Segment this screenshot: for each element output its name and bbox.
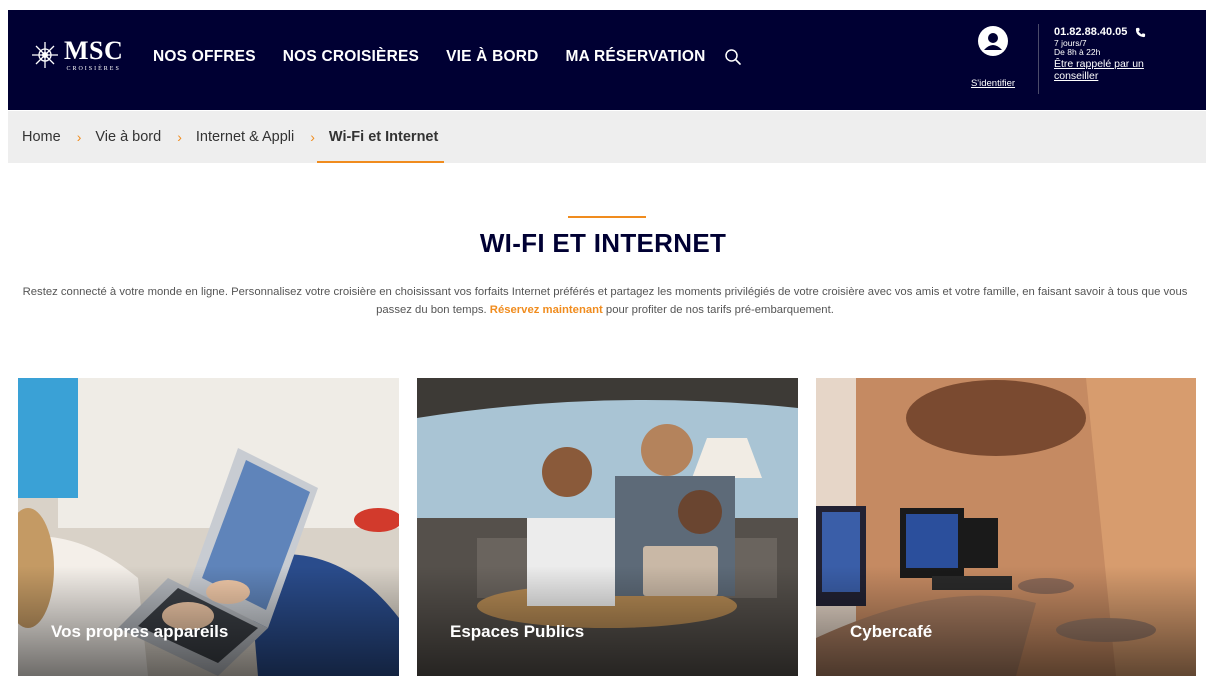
- title-accent-line: [568, 216, 646, 218]
- contact-block: 01.82.88.40.05 7 jours/7 De 8h à 22h Êtr…: [1054, 26, 1182, 82]
- breadcrumb-current: Wi-Fi et Internet: [316, 129, 445, 163]
- msc-logo[interactable]: MSC CROISIÈRES: [30, 38, 123, 72]
- page-title: WI-FI ET INTERNET: [479, 228, 727, 258]
- logo-wordmark: MSC: [64, 36, 124, 65]
- card-label: Espaces Publics: [450, 622, 585, 641]
- card-cybercafe[interactable]: Cybercafé: [816, 378, 1196, 676]
- card-public-spaces[interactable]: Espaces Publics: [417, 378, 798, 676]
- intro-text: Restez connecté à votre monde en ligne. …: [20, 284, 1190, 319]
- search-icon[interactable]: [724, 48, 742, 66]
- breadcrumb: Home › Vie à bord › Internet & Appli › W…: [22, 129, 445, 163]
- card-own-devices[interactable]: Vos propres appareils: [18, 378, 399, 676]
- nav-vie-a-bord[interactable]: VIE À BORD: [446, 48, 538, 66]
- breadcrumb-vie-a-bord[interactable]: Vie à bord: [95, 129, 161, 145]
- nav-nos-offres[interactable]: NOS OFFRES: [153, 48, 256, 66]
- phone-number[interactable]: 01.82.88.40.05: [1054, 26, 1127, 39]
- card-label: Vos propres appareils: [51, 622, 229, 641]
- site-header: MSC CROISIÈRES NOS OFFRES NOS CROISIÈRES…: [8, 10, 1206, 110]
- login-label: S'identifier: [970, 78, 1016, 89]
- nav-ma-reservation[interactable]: MA RÉSERVATION: [566, 48, 706, 66]
- chevron-right-icon: ›: [177, 129, 182, 145]
- card-label: Cybercafé: [850, 622, 933, 641]
- breadcrumb-home[interactable]: Home: [22, 129, 61, 145]
- breadcrumb-bar: Home › Vie à bord › Internet & Appli › W…: [8, 111, 1206, 163]
- user-icon: [978, 26, 1008, 56]
- callback-link[interactable]: Être rappelé par un conseiller: [1054, 58, 1182, 82]
- chevron-right-icon: ›: [310, 129, 315, 145]
- reserve-now-link[interactable]: Réservez maintenant: [490, 304, 603, 316]
- header-divider: [1038, 24, 1039, 94]
- intro-text-end: pour profiter de nos tarifs pré-embarque…: [602, 303, 834, 316]
- breadcrumb-current-label: Wi-Fi et Internet: [328, 129, 439, 145]
- hours-line-2: De 8h à 22h: [1054, 47, 1101, 58]
- active-underline: [316, 161, 445, 163]
- logo-subtext: CROISIÈRES: [66, 66, 121, 72]
- phone-icon: [1136, 27, 1146, 37]
- nav-nos-croisieres[interactable]: NOS CROISIÈRES: [283, 48, 419, 66]
- login-link[interactable]: S'identifier: [960, 26, 1026, 89]
- compass-emblem-icon: [32, 42, 58, 68]
- chevron-right-icon: ›: [76, 129, 82, 145]
- breadcrumb-internet-appli[interactable]: Internet & Appli: [196, 129, 294, 145]
- main-nav: NOS OFFRES NOS CROISIÈRES VIE À BORD MA …: [153, 48, 733, 66]
